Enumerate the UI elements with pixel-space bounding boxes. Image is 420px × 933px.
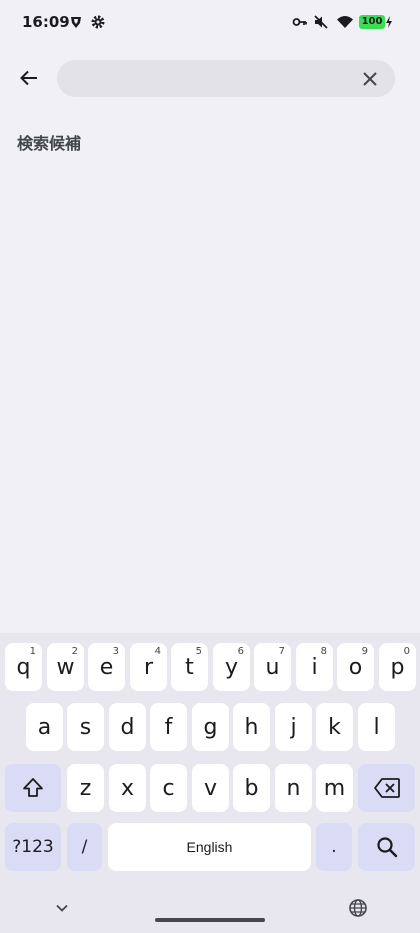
- search-input[interactable]: [75, 60, 345, 97]
- key-d[interactable]: d: [109, 703, 146, 751]
- clear-button[interactable]: [357, 66, 382, 91]
- back-button[interactable]: [12, 61, 46, 95]
- key-label: p: [390, 654, 405, 680]
- key-c[interactable]: c: [150, 764, 187, 812]
- battery-icon: 100: [359, 15, 385, 29]
- shift-icon: [23, 778, 43, 797]
- key-n[interactable]: n: [275, 764, 312, 812]
- globe-icon: [349, 899, 367, 917]
- search-icon: [376, 837, 397, 858]
- key-hint: 6: [237, 646, 244, 657]
- key-w[interactable]: w 2: [47, 643, 84, 691]
- key-t[interactable]: t 5: [171, 643, 208, 691]
- key-u[interactable]: u 7: [254, 643, 291, 691]
- key-hint: 8: [320, 646, 327, 657]
- key-r[interactable]: r 4: [130, 643, 167, 691]
- key-label: r: [143, 654, 154, 680]
- key-e[interactable]: e 3: [88, 643, 125, 691]
- key-hint: 1: [29, 646, 36, 657]
- vpn-key-icon: [292, 14, 308, 30]
- settings-icon: [90, 14, 106, 30]
- search-box[interactable]: [57, 60, 395, 97]
- shift-key[interactable]: [5, 764, 61, 812]
- key-hint: 5: [195, 646, 202, 657]
- keyboard: q 1 w 2 e 3 r 4 t 5 y 6 u 7 i 8 o 9 p 0 …: [0, 633, 420, 933]
- key-label: t: [185, 654, 194, 680]
- key-q[interactable]: q 1: [5, 643, 42, 691]
- key-z[interactable]: z: [67, 764, 104, 812]
- key-a[interactable]: a: [26, 703, 63, 751]
- key-f[interactable]: f: [150, 703, 187, 751]
- key-hint: 3: [112, 646, 119, 657]
- suggestions-title: 検索候補: [17, 134, 82, 153]
- key-label: u: [265, 654, 280, 680]
- arrow-back-icon: [20, 70, 37, 86]
- key-v[interactable]: v: [192, 764, 229, 812]
- space-key[interactable]: English: [108, 823, 311, 871]
- backspace-key[interactable]: [358, 764, 415, 812]
- key-y[interactable]: y 6: [213, 643, 250, 691]
- key-label: o: [348, 654, 363, 680]
- key-label: w: [56, 654, 75, 680]
- chevron-down-icon: [56, 904, 68, 912]
- key-hint: 4: [154, 646, 161, 657]
- key-hint: 2: [71, 646, 78, 657]
- key-hint: 0: [403, 646, 410, 657]
- key-p[interactable]: p 0: [379, 643, 416, 691]
- symbols-key[interactable]: ?123: [5, 823, 61, 871]
- status-time: 16:09: [22, 13, 70, 31]
- key-g[interactable]: g: [192, 703, 229, 751]
- status-bar: 16:09 100: [0, 0, 420, 44]
- key-hint: 7: [278, 646, 285, 657]
- key-m[interactable]: m: [316, 764, 353, 812]
- key-label: y: [224, 654, 239, 680]
- key-label: i: [311, 654, 318, 680]
- close-icon: [362, 71, 377, 86]
- key-i[interactable]: i 8: [296, 643, 333, 691]
- hide-keyboard-button[interactable]: [50, 896, 74, 920]
- key-label: e: [99, 654, 114, 680]
- period-key[interactable]: .: [316, 823, 352, 871]
- home-indicator[interactable]: [155, 918, 265, 922]
- backspace-icon: [373, 778, 400, 798]
- key-l[interactable]: l: [358, 703, 395, 751]
- wifi-icon: [336, 14, 354, 30]
- mute-icon: [313, 14, 329, 30]
- charging-icon: [385, 14, 393, 30]
- key-b[interactable]: b: [233, 764, 270, 812]
- key-x[interactable]: x: [109, 764, 146, 812]
- key-label: q: [16, 654, 31, 680]
- key-hint: 9: [361, 646, 368, 657]
- key-o[interactable]: o 9: [337, 643, 374, 691]
- slash-key[interactable]: /: [67, 823, 102, 871]
- brave-icon: [68, 14, 84, 30]
- language-switch-button[interactable]: [346, 896, 370, 920]
- key-h[interactable]: h: [233, 703, 270, 751]
- search-key[interactable]: [358, 823, 415, 871]
- key-k[interactable]: k: [316, 703, 353, 751]
- key-j[interactable]: j: [275, 703, 312, 751]
- key-s[interactable]: s: [67, 703, 104, 751]
